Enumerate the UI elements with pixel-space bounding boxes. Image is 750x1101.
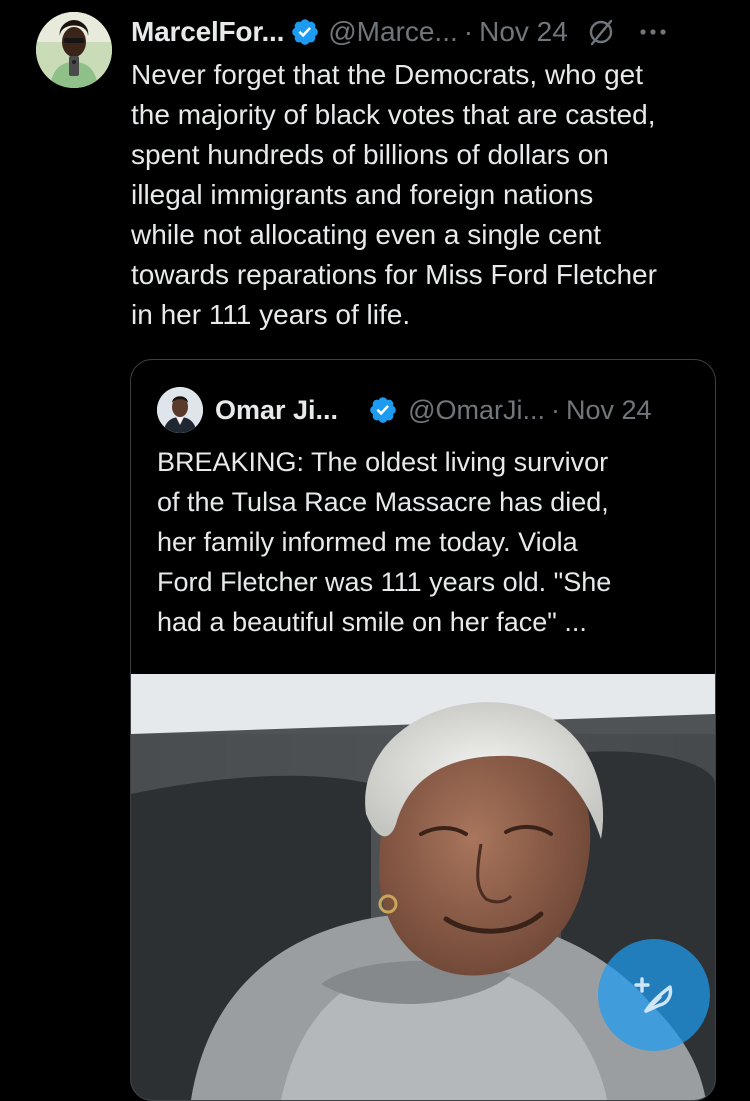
more-icon[interactable] <box>638 17 668 47</box>
tweet-header: MarcelFor... @Marce... · Nov 24 <box>131 10 731 54</box>
separator-dot: · <box>550 394 560 425</box>
quoted-author-name: Omar Ji... <box>215 394 339 425</box>
quoted-author-handle: @OmarJi... <box>408 394 545 425</box>
quoted-author-avatar <box>157 387 203 433</box>
quoted-tweet-text: BREAKING: The oldest living survivor of … <box>157 447 612 637</box>
tweet-date[interactable]: Nov 24 <box>479 12 568 52</box>
compose-icon <box>634 977 673 1013</box>
author-name[interactable]: MarcelFor... <box>131 12 284 52</box>
separator-dot: · <box>463 16 474 47</box>
verified-badge-icon <box>370 397 396 423</box>
grok-icon[interactable] <box>586 17 616 47</box>
author-avatar[interactable] <box>36 12 112 88</box>
compose-button[interactable] <box>598 939 710 1051</box>
author-handle[interactable]: @Marce... <box>328 12 458 52</box>
tweet-text: Never forget that the Democrats, who get… <box>131 59 657 330</box>
tweet[interactable]: MarcelFor... @Marce... · Nov 24 Never fo… <box>0 0 750 1101</box>
quoted-tweet-header: Omar Ji... @OmarJi... · Nov 24 <box>157 387 697 433</box>
verified-badge-icon <box>292 19 319 45</box>
quoted-tweet-date: Nov 24 <box>565 394 652 425</box>
